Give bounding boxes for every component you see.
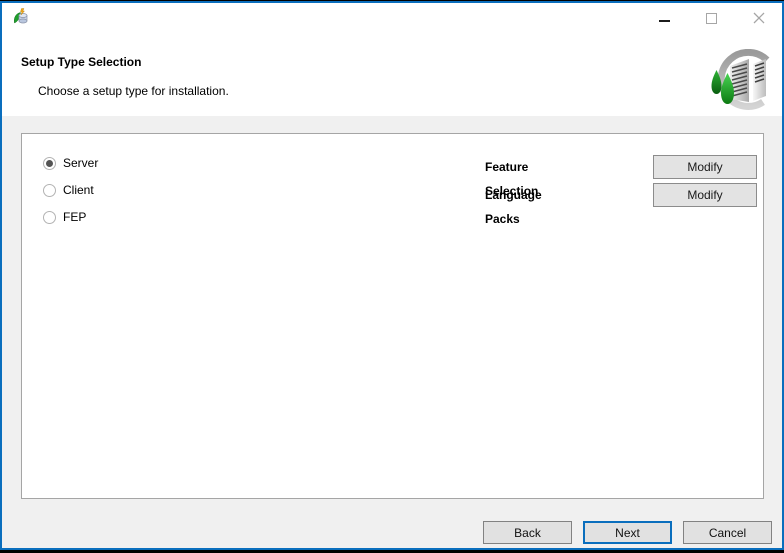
radio-option-fep[interactable]: FEP xyxy=(43,207,86,227)
archicad-logo-icon xyxy=(703,49,775,113)
feature-selection-modify-button[interactable]: Modify xyxy=(653,155,757,179)
page-subtitle: Choose a setup type for installation. xyxy=(38,84,229,98)
radio-option-server[interactable]: Server xyxy=(43,153,98,173)
minimize-icon xyxy=(659,20,670,22)
installer-window: Setup Type Selection Choose a setup type… xyxy=(0,1,784,550)
app-icon xyxy=(12,8,29,25)
page-title: Setup Type Selection xyxy=(21,55,141,69)
radio-label: FEP xyxy=(63,210,86,224)
maximize-button[interactable] xyxy=(688,3,735,33)
maximize-icon xyxy=(706,13,717,24)
titlebar xyxy=(2,3,782,33)
cancel-button[interactable]: Cancel xyxy=(683,521,772,544)
window-controls xyxy=(641,3,782,33)
language-packs-label: Language Packs xyxy=(485,183,542,231)
next-button[interactable]: Next xyxy=(583,521,672,544)
radio-label: Server xyxy=(63,156,98,170)
radio-button-icon[interactable] xyxy=(43,157,56,170)
back-button[interactable]: Back xyxy=(483,521,572,544)
close-button[interactable] xyxy=(735,3,782,33)
radio-label: Client xyxy=(63,183,94,197)
wizard-header: Setup Type Selection Choose a setup type… xyxy=(2,33,782,116)
radio-button-icon[interactable] xyxy=(43,184,56,197)
content-panel: Server Client FEP Feature Selection Modi… xyxy=(21,133,764,499)
radio-option-client[interactable]: Client xyxy=(43,180,94,200)
minimize-button[interactable] xyxy=(641,3,688,33)
radio-button-icon[interactable] xyxy=(43,211,56,224)
close-icon xyxy=(753,12,765,24)
language-packs-modify-button[interactable]: Modify xyxy=(653,183,757,207)
